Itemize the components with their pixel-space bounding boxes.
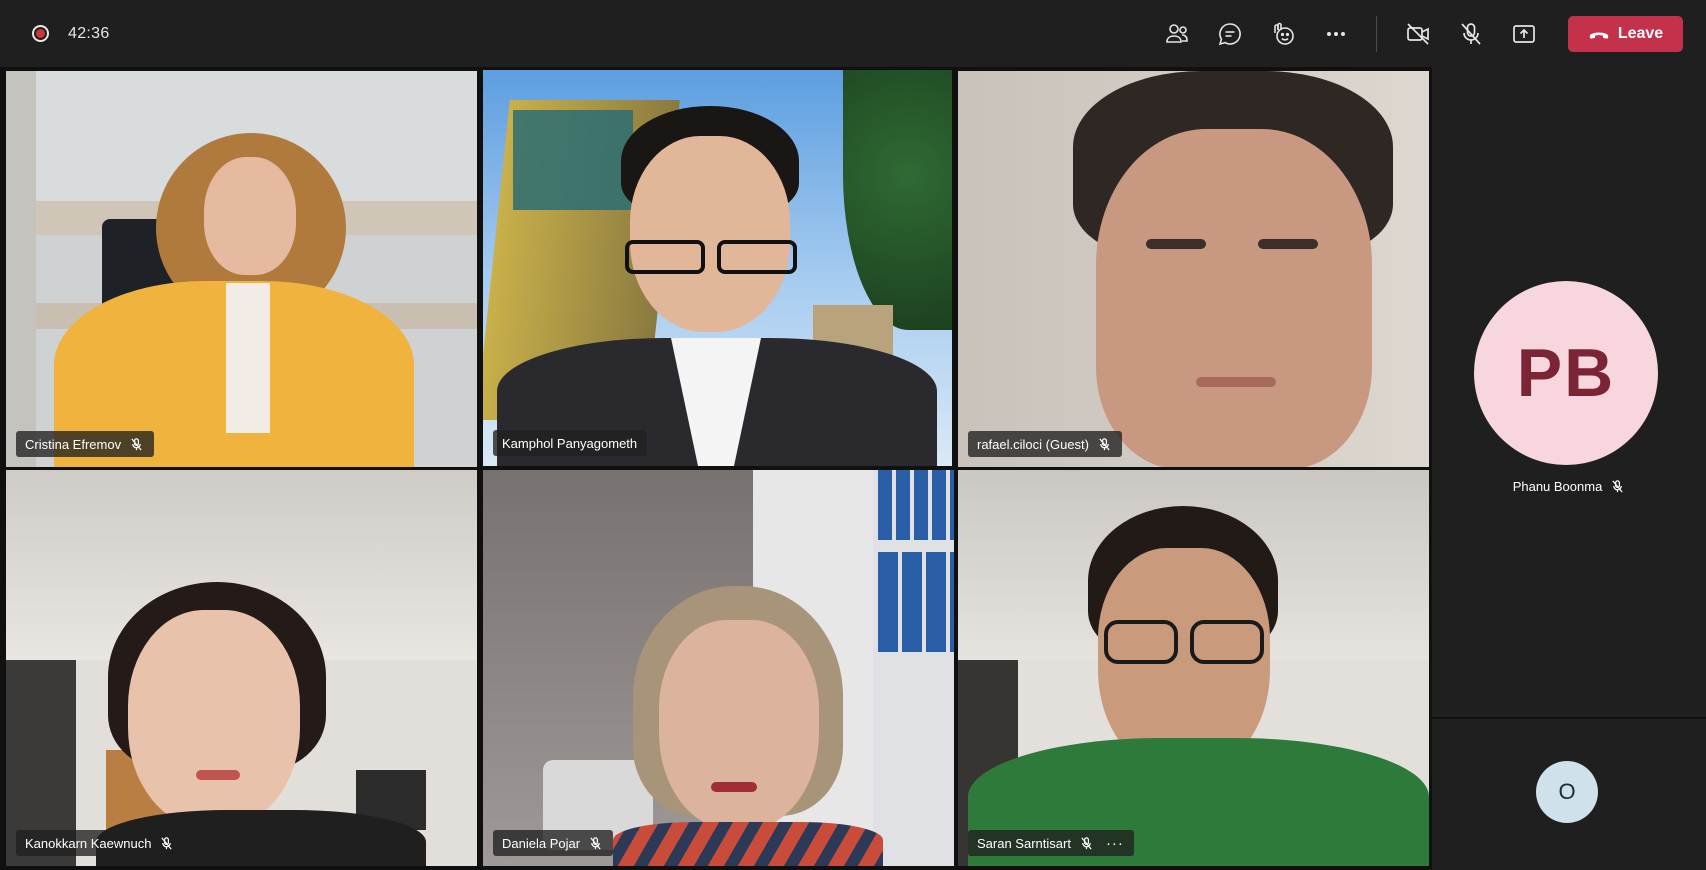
participant-face bbox=[659, 620, 819, 830]
more-icon bbox=[1326, 31, 1345, 36]
camera-toggle-button[interactable] bbox=[1391, 0, 1444, 67]
participant-name: Kanokkarn Kaewnuch bbox=[25, 835, 152, 851]
participant-eyebrow bbox=[1146, 239, 1206, 249]
teams-meeting-window: 42:36 Leave Cristina Efremov Kamphol Pan… bbox=[0, 0, 1706, 870]
rail-divider bbox=[1432, 717, 1706, 719]
participant-name: Saran Sarntisart bbox=[977, 835, 1071, 851]
participant-nametag: Daniela Pojar bbox=[493, 830, 614, 856]
participant-nametag: Kanokkarn Kaewnuch bbox=[16, 830, 185, 856]
leave-label: Leave bbox=[1617, 24, 1664, 42]
video-tile[interactable]: Daniela Pojar bbox=[483, 470, 954, 866]
avatar-nametag: Phanu Boonma bbox=[1432, 479, 1706, 494]
reaction-icon bbox=[1273, 22, 1294, 45]
mic-muted-icon bbox=[590, 836, 601, 850]
participant-blouse bbox=[226, 283, 270, 433]
meeting-timer: 42:36 bbox=[68, 24, 110, 42]
participant-glasses bbox=[1190, 620, 1264, 664]
video-grid: Cristina Efremov Kamphol Panyagometh raf… bbox=[0, 67, 1432, 870]
participant-face bbox=[1096, 129, 1372, 467]
chat-icon bbox=[1218, 22, 1241, 45]
overflow-avatar[interactable]: O bbox=[1536, 761, 1598, 823]
participant-rail: PB Phanu Boonma O bbox=[1432, 67, 1706, 870]
reactions-button[interactable] bbox=[1256, 0, 1309, 67]
camera-off-icon bbox=[1406, 22, 1429, 45]
participant-name: rafael.ciloci (Guest) bbox=[977, 436, 1089, 452]
participant-glasses bbox=[717, 240, 797, 274]
video-tile[interactable]: Kanokkarn Kaewnuch bbox=[6, 470, 477, 866]
people-icon bbox=[1165, 23, 1188, 43]
participant-eyebrow bbox=[1258, 239, 1318, 249]
mic-muted-icon bbox=[1081, 836, 1092, 850]
meeting-controls: Leave bbox=[1150, 0, 1706, 67]
toolbar-divider bbox=[1376, 15, 1377, 52]
participant-nametag: rafael.ciloci (Guest) bbox=[968, 431, 1122, 457]
record-icon bbox=[32, 25, 49, 42]
mic-muted-icon bbox=[1099, 437, 1110, 451]
hang-up-icon bbox=[1589, 32, 1608, 39]
participant-name: Kamphol Panyagometh bbox=[502, 435, 638, 451]
participant-shirt bbox=[613, 822, 883, 866]
video-tile[interactable]: rafael.ciloci (Guest) bbox=[958, 71, 1429, 467]
background-binders bbox=[878, 470, 954, 540]
wall-edge bbox=[6, 71, 36, 467]
participant-nametag: Kamphol Panyagometh bbox=[493, 430, 648, 456]
participant-face bbox=[204, 157, 296, 275]
video-tile[interactable]: Kamphol Panyagometh bbox=[483, 70, 952, 466]
participant-nametag: Saran Sarntisart ··· bbox=[968, 830, 1134, 856]
participant-nametag: Cristina Efremov bbox=[16, 431, 155, 457]
avatar[interactable]: PB bbox=[1474, 281, 1658, 465]
video-tile[interactable]: Saran Sarntisart ··· bbox=[958, 470, 1429, 866]
mic-muted-icon bbox=[161, 836, 173, 850]
share-screen-button[interactable] bbox=[1497, 0, 1550, 67]
leave-button[interactable]: Leave bbox=[1568, 15, 1683, 52]
meeting-toolbar: 42:36 Leave bbox=[0, 0, 1706, 67]
participant-mouth bbox=[196, 770, 240, 780]
participant-glasses bbox=[625, 240, 705, 274]
participant-name: Phanu Boonma bbox=[1512, 479, 1603, 494]
participants-button[interactable] bbox=[1150, 0, 1203, 67]
participant-name: Cristina Efremov bbox=[25, 436, 122, 452]
mic-muted-icon bbox=[131, 437, 142, 451]
chat-button[interactable] bbox=[1203, 0, 1256, 67]
participant-mouth bbox=[1196, 377, 1276, 387]
participant-mouth bbox=[711, 782, 757, 792]
background-binders bbox=[878, 552, 954, 652]
participant-more-options[interactable]: ··· bbox=[1106, 835, 1124, 852]
participant-face bbox=[630, 136, 790, 332]
mic-off-icon bbox=[1460, 22, 1481, 45]
share-tray-icon bbox=[1512, 24, 1535, 43]
recording-indicator: 42:36 bbox=[32, 25, 110, 43]
building-glass bbox=[513, 110, 633, 210]
mic-toggle-button[interactable] bbox=[1444, 0, 1497, 67]
video-tile[interactable]: Cristina Efremov bbox=[6, 71, 477, 467]
mic-muted-icon bbox=[1612, 480, 1623, 493]
participant-face bbox=[128, 610, 300, 828]
participant-glasses bbox=[1104, 620, 1178, 664]
participant-name: Daniela Pojar bbox=[502, 835, 581, 851]
more-options-button[interactable] bbox=[1309, 0, 1362, 67]
